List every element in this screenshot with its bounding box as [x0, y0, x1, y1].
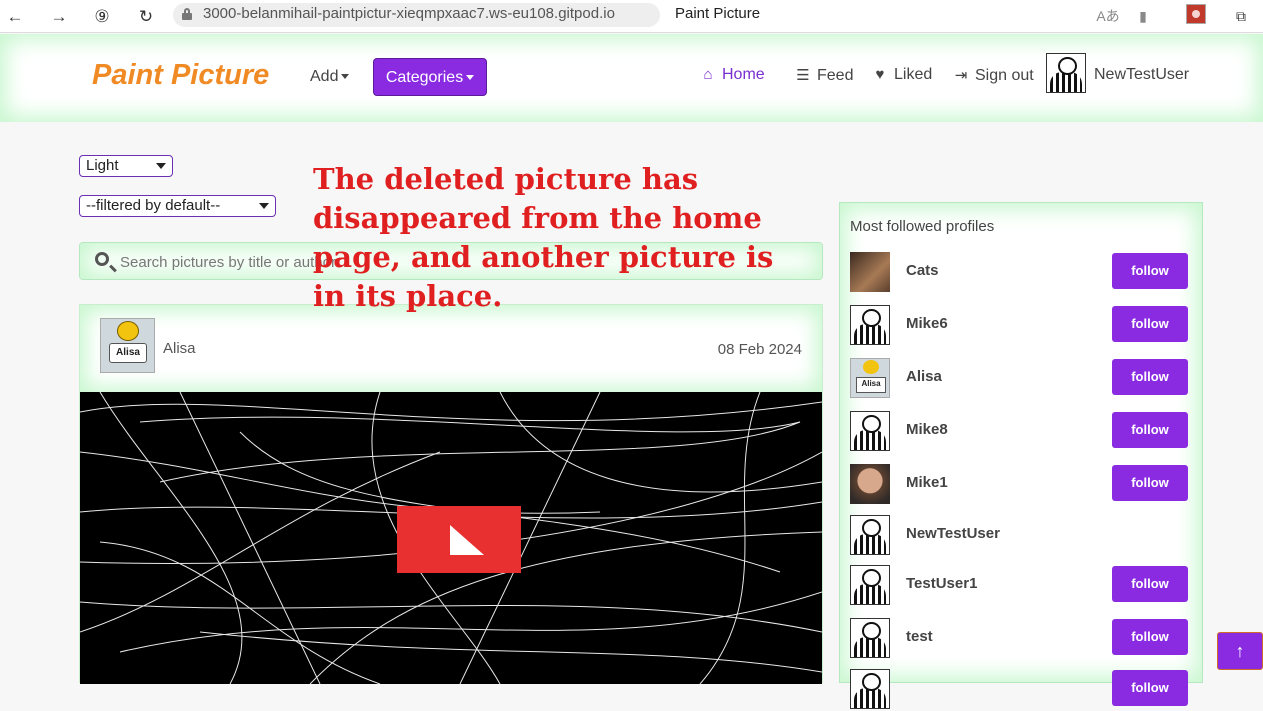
- annotation-text: The deleted picture has disappeared from…: [313, 162, 774, 313]
- profile-avatar[interactable]: [850, 411, 890, 451]
- caret-down-icon: [466, 75, 475, 81]
- filter-select[interactable]: --filtered by default--: [79, 195, 276, 217]
- profile-name[interactable]: Mike8: [906, 421, 948, 438]
- profile-avatar[interactable]: [850, 515, 890, 555]
- home-icon: ⌂: [703, 66, 713, 83]
- filter-select-value: --filtered by default--: [86, 197, 221, 214]
- collections-icon[interactable]: ⧉: [1229, 4, 1253, 28]
- profile-name[interactable]: NewTestUser: [906, 525, 1000, 542]
- profile-row: follow: [840, 667, 1202, 711]
- post-author[interactable]: Alisa: [163, 340, 196, 357]
- sidebar-title: Most followed profiles: [850, 218, 995, 235]
- arrow-up-icon[interactable]: ↑: [1217, 632, 1263, 670]
- profile-row: Mike8 follow: [840, 409, 1202, 453]
- follow-button[interactable]: follow: [1112, 566, 1188, 602]
- brand-logo[interactable]: Paint Picture: [92, 59, 269, 92]
- follow-button[interactable]: follow: [1112, 465, 1188, 501]
- follow-button[interactable]: follow: [1112, 359, 1188, 395]
- profile-name[interactable]: Mike6: [906, 315, 948, 332]
- follow-button[interactable]: follow: [1112, 670, 1188, 706]
- bee-image: [117, 321, 139, 341]
- search-input[interactable]: Search pictures by title or author: [120, 254, 336, 271]
- profile-avatar[interactable]: [850, 464, 890, 504]
- profile-avatar[interactable]: [850, 358, 890, 398]
- follow-button[interactable]: follow: [1112, 619, 1188, 655]
- profile-row: Mike6 follow: [840, 303, 1202, 347]
- user-avatar[interactable]: [1046, 53, 1086, 93]
- list-icon: ☰: [796, 67, 810, 84]
- bookmark-icon[interactable]: ▮: [1131, 4, 1155, 28]
- address-bar-url[interactable]: 3000-belanmihail-paintpictur-xieqmpxaac7…: [203, 5, 615, 22]
- follow-button[interactable]: follow: [1112, 306, 1188, 342]
- post-card: Alisa Alisa 08 Feb 2024: [79, 304, 823, 684]
- nav-liked-label: Liked: [894, 66, 933, 83]
- most-followed-sidebar: Most followed profiles Cats follow Mike6…: [839, 202, 1203, 709]
- nav-sign-out-label: Sign out: [975, 67, 1034, 84]
- profile-name[interactable]: test: [906, 628, 933, 645]
- lock-icon: [182, 8, 192, 20]
- add-dropdown[interactable]: Add: [310, 68, 350, 86]
- yandex-icon[interactable]: ⑨: [89, 4, 115, 30]
- profile-name[interactable]: Mike1: [906, 474, 948, 491]
- nav-sign-out[interactable]: ⇥ Sign out: [953, 66, 1034, 85]
- profile-name[interactable]: Cats: [906, 262, 939, 279]
- sign-out-icon: ⇥: [954, 67, 968, 84]
- forward-icon[interactable]: →: [46, 4, 72, 30]
- profile-name[interactable]: Alisa: [906, 368, 942, 385]
- theme-select-value: Light: [86, 157, 119, 174]
- play-icon[interactable]: [397, 506, 521, 573]
- add-dropdown-label: Add: [310, 68, 339, 85]
- categories-label: Categories: [385, 69, 464, 86]
- profile-avatar[interactable]: [850, 618, 890, 658]
- avatar-badge: Alisa: [109, 343, 147, 363]
- profile-row: test follow: [840, 616, 1202, 660]
- profile-row: Cats follow: [840, 250, 1202, 294]
- profile-avatar[interactable]: [850, 669, 890, 709]
- back-icon[interactable]: ←: [2, 4, 28, 30]
- nav-home[interactable]: ⌂ Home: [700, 66, 765, 84]
- extension-icon[interactable]: [1186, 4, 1206, 24]
- reload-icon[interactable]: ↻: [133, 4, 159, 30]
- nav-feed-label: Feed: [817, 67, 854, 84]
- post-picture[interactable]: [80, 392, 822, 684]
- post-card-header: Alisa Alisa 08 Feb 2024: [80, 305, 822, 393]
- nav-home-label: Home: [722, 66, 765, 83]
- profile-avatar[interactable]: [850, 252, 890, 292]
- header-username[interactable]: NewTestUser: [1094, 66, 1189, 84]
- nav-feed[interactable]: ☰ Feed: [795, 66, 853, 85]
- chevron-down-icon: [259, 203, 269, 209]
- follow-button[interactable]: follow: [1112, 253, 1188, 289]
- chevron-down-icon: [156, 163, 166, 169]
- translate-icon[interactable]: Aあ: [1096, 4, 1120, 28]
- profile-row: Mike1 follow: [840, 462, 1202, 506]
- post-date: 08 Feb 2024: [717, 341, 802, 358]
- profile-row: NewTestUser: [840, 513, 1202, 557]
- categories-dropdown-button[interactable]: Categories: [373, 58, 487, 96]
- theme-select[interactable]: Light: [79, 155, 173, 177]
- follow-button[interactable]: follow: [1112, 412, 1188, 448]
- profile-avatar[interactable]: [850, 305, 890, 345]
- profile-avatar[interactable]: [850, 565, 890, 605]
- profile-row: TestUser1 follow: [840, 563, 1202, 607]
- search-icon: [95, 252, 109, 266]
- nav-liked[interactable]: ♥ Liked: [872, 66, 933, 84]
- profile-name[interactable]: TestUser1: [906, 575, 977, 592]
- browser-toolbar: ← → ⑨ ↻ 3000-belanmihail-paintpictur-xie…: [0, 0, 1263, 33]
- author-avatar[interactable]: Alisa: [100, 318, 155, 373]
- heart-icon: ♥: [875, 66, 885, 83]
- caret-down-icon: [341, 74, 350, 80]
- profile-row: Alisa follow: [840, 356, 1202, 400]
- page-title: Paint Picture: [675, 5, 761, 22]
